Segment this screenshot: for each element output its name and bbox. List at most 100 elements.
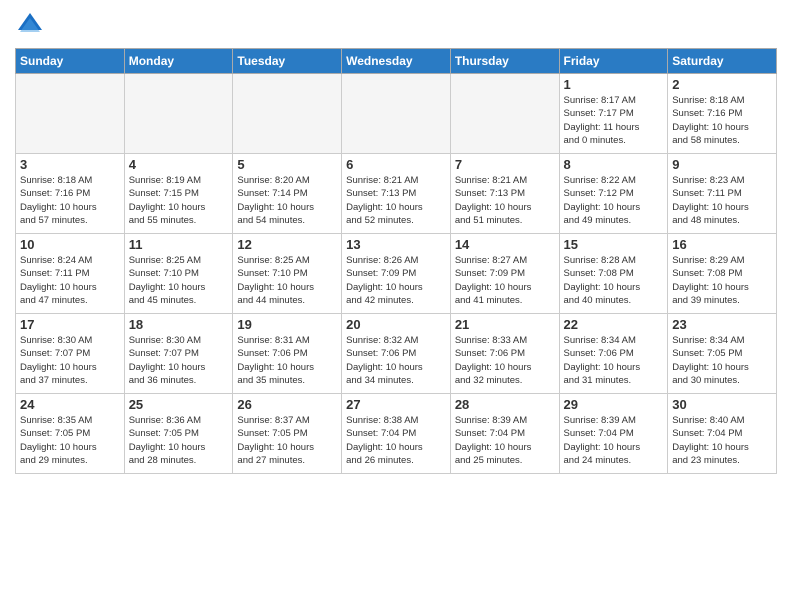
day-info: Sunrise: 8:19 AM Sunset: 7:15 PM Dayligh… bbox=[129, 174, 229, 227]
day-number: 8 bbox=[564, 157, 664, 172]
day-info: Sunrise: 8:20 AM Sunset: 7:14 PM Dayligh… bbox=[237, 174, 337, 227]
weekday-saturday: Saturday bbox=[668, 49, 777, 74]
day-number: 15 bbox=[564, 237, 664, 252]
weekday-wednesday: Wednesday bbox=[342, 49, 451, 74]
day-info: Sunrise: 8:35 AM Sunset: 7:05 PM Dayligh… bbox=[20, 414, 120, 467]
day-cell: 29 Sunrise: 8:39 AM Sunset: 7:04 PM Dayli… bbox=[559, 394, 668, 474]
day-number: 13 bbox=[346, 237, 446, 252]
day-cell: 2 Sunrise: 8:18 AM Sunset: 7:16 PM Daylig… bbox=[668, 74, 777, 154]
day-cell: 5 Sunrise: 8:20 AM Sunset: 7:14 PM Daylig… bbox=[233, 154, 342, 234]
day-info: Sunrise: 8:21 AM Sunset: 7:13 PM Dayligh… bbox=[346, 174, 446, 227]
day-cell: 4 Sunrise: 8:19 AM Sunset: 7:15 PM Daylig… bbox=[124, 154, 233, 234]
weekday-friday: Friday bbox=[559, 49, 668, 74]
day-cell: 26 Sunrise: 8:37 AM Sunset: 7:05 PM Dayli… bbox=[233, 394, 342, 474]
week-row-1: 3 Sunrise: 8:18 AM Sunset: 7:16 PM Daylig… bbox=[16, 154, 777, 234]
day-info: Sunrise: 8:25 AM Sunset: 7:10 PM Dayligh… bbox=[237, 254, 337, 307]
day-cell bbox=[124, 74, 233, 154]
day-info: Sunrise: 8:24 AM Sunset: 7:11 PM Dayligh… bbox=[20, 254, 120, 307]
day-number: 17 bbox=[20, 317, 120, 332]
day-number: 23 bbox=[672, 317, 772, 332]
day-cell bbox=[233, 74, 342, 154]
day-info: Sunrise: 8:27 AM Sunset: 7:09 PM Dayligh… bbox=[455, 254, 555, 307]
day-info: Sunrise: 8:22 AM Sunset: 7:12 PM Dayligh… bbox=[564, 174, 664, 227]
day-number: 9 bbox=[672, 157, 772, 172]
day-info: Sunrise: 8:21 AM Sunset: 7:13 PM Dayligh… bbox=[455, 174, 555, 227]
day-info: Sunrise: 8:39 AM Sunset: 7:04 PM Dayligh… bbox=[455, 414, 555, 467]
day-cell bbox=[16, 74, 125, 154]
day-cell: 30Sunrise: 8:40 AM Sunset: 7:04 PM Dayli… bbox=[668, 394, 777, 474]
day-number: 2 bbox=[672, 77, 772, 92]
day-cell: 9 Sunrise: 8:23 AM Sunset: 7:11 PM Daylig… bbox=[668, 154, 777, 234]
day-cell: 10 Sunrise: 8:24 AM Sunset: 7:11 PM Dayli… bbox=[16, 234, 125, 314]
day-cell: 1 Sunrise: 8:17 AM Sunset: 7:17 PM Daylig… bbox=[559, 74, 668, 154]
day-number: 26 bbox=[237, 397, 337, 412]
day-number: 25 bbox=[129, 397, 229, 412]
day-cell: 28 Sunrise: 8:39 AM Sunset: 7:04 PM Dayli… bbox=[450, 394, 559, 474]
day-info: Sunrise: 8:37 AM Sunset: 7:05 PM Dayligh… bbox=[237, 414, 337, 467]
day-info: Sunrise: 8:31 AM Sunset: 7:06 PM Dayligh… bbox=[237, 334, 337, 387]
day-number: 12 bbox=[237, 237, 337, 252]
weekday-monday: Monday bbox=[124, 49, 233, 74]
logo bbox=[15, 10, 48, 40]
day-number: 28 bbox=[455, 397, 555, 412]
day-info: Sunrise: 8:18 AM Sunset: 7:16 PM Dayligh… bbox=[672, 94, 772, 147]
day-info: Sunrise: 8:23 AM Sunset: 7:11 PM Dayligh… bbox=[672, 174, 772, 227]
day-info: Sunrise: 8:29 AM Sunset: 7:08 PM Dayligh… bbox=[672, 254, 772, 307]
day-cell: 15 Sunrise: 8:28 AM Sunset: 7:08 PM Dayli… bbox=[559, 234, 668, 314]
day-info: Sunrise: 8:36 AM Sunset: 7:05 PM Dayligh… bbox=[129, 414, 229, 467]
day-info: Sunrise: 8:18 AM Sunset: 7:16 PM Dayligh… bbox=[20, 174, 120, 227]
week-row-0: 1 Sunrise: 8:17 AM Sunset: 7:17 PM Daylig… bbox=[16, 74, 777, 154]
day-info: Sunrise: 8:26 AM Sunset: 7:09 PM Dayligh… bbox=[346, 254, 446, 307]
day-info: Sunrise: 8:30 AM Sunset: 7:07 PM Dayligh… bbox=[20, 334, 120, 387]
day-number: 5 bbox=[237, 157, 337, 172]
day-number: 6 bbox=[346, 157, 446, 172]
day-number: 21 bbox=[455, 317, 555, 332]
day-info: Sunrise: 8:17 AM Sunset: 7:17 PM Dayligh… bbox=[564, 94, 664, 147]
day-cell: 8 Sunrise: 8:22 AM Sunset: 7:12 PM Daylig… bbox=[559, 154, 668, 234]
day-cell: 27 Sunrise: 8:38 AM Sunset: 7:04 PM Dayli… bbox=[342, 394, 451, 474]
day-info: Sunrise: 8:39 AM Sunset: 7:04 PM Dayligh… bbox=[564, 414, 664, 467]
day-cell: 20 Sunrise: 8:32 AM Sunset: 7:06 PM Dayli… bbox=[342, 314, 451, 394]
day-cell: 13 Sunrise: 8:26 AM Sunset: 7:09 PM Dayli… bbox=[342, 234, 451, 314]
day-info: Sunrise: 8:28 AM Sunset: 7:08 PM Dayligh… bbox=[564, 254, 664, 307]
day-number: 19 bbox=[237, 317, 337, 332]
day-number: 10 bbox=[20, 237, 120, 252]
weekday-header-row: SundayMondayTuesdayWednesdayThursdayFrid… bbox=[16, 49, 777, 74]
day-cell: 16 Sunrise: 8:29 AM Sunset: 7:08 PM Dayli… bbox=[668, 234, 777, 314]
day-info: Sunrise: 8:30 AM Sunset: 7:07 PM Dayligh… bbox=[129, 334, 229, 387]
day-number: 3 bbox=[20, 157, 120, 172]
day-info: Sunrise: 8:40 AM Sunset: 7:04 PM Dayligh… bbox=[672, 414, 772, 467]
day-cell: 14 Sunrise: 8:27 AM Sunset: 7:09 PM Dayli… bbox=[450, 234, 559, 314]
day-cell: 22 Sunrise: 8:34 AM Sunset: 7:06 PM Dayli… bbox=[559, 314, 668, 394]
day-info: Sunrise: 8:25 AM Sunset: 7:10 PM Dayligh… bbox=[129, 254, 229, 307]
day-info: Sunrise: 8:34 AM Sunset: 7:06 PM Dayligh… bbox=[564, 334, 664, 387]
header bbox=[15, 10, 777, 40]
day-number: 11 bbox=[129, 237, 229, 252]
day-info: Sunrise: 8:38 AM Sunset: 7:04 PM Dayligh… bbox=[346, 414, 446, 467]
week-row-3: 17 Sunrise: 8:30 AM Sunset: 7:07 PM Dayli… bbox=[16, 314, 777, 394]
day-number: 29 bbox=[564, 397, 664, 412]
day-cell: 21Sunrise: 8:33 AM Sunset: 7:06 PM Dayli… bbox=[450, 314, 559, 394]
day-number: 14 bbox=[455, 237, 555, 252]
day-info: Sunrise: 8:32 AM Sunset: 7:06 PM Dayligh… bbox=[346, 334, 446, 387]
page: SundayMondayTuesdayWednesdayThursdayFrid… bbox=[0, 0, 792, 612]
day-number: 16 bbox=[672, 237, 772, 252]
logo-icon bbox=[15, 10, 45, 40]
day-number: 4 bbox=[129, 157, 229, 172]
day-number: 22 bbox=[564, 317, 664, 332]
day-cell: 12 Sunrise: 8:25 AM Sunset: 7:10 PM Dayli… bbox=[233, 234, 342, 314]
day-cell: 6 Sunrise: 8:21 AM Sunset: 7:13 PM Daylig… bbox=[342, 154, 451, 234]
day-cell: 23Sunrise: 8:34 AM Sunset: 7:05 PM Dayli… bbox=[668, 314, 777, 394]
weekday-sunday: Sunday bbox=[16, 49, 125, 74]
day-number: 1 bbox=[564, 77, 664, 92]
day-number: 20 bbox=[346, 317, 446, 332]
day-cell bbox=[342, 74, 451, 154]
day-cell: 11 Sunrise: 8:25 AM Sunset: 7:10 PM Dayli… bbox=[124, 234, 233, 314]
day-cell: 25 Sunrise: 8:36 AM Sunset: 7:05 PM Dayli… bbox=[124, 394, 233, 474]
day-number: 24 bbox=[20, 397, 120, 412]
weekday-tuesday: Tuesday bbox=[233, 49, 342, 74]
day-cell: 3 Sunrise: 8:18 AM Sunset: 7:16 PM Daylig… bbox=[16, 154, 125, 234]
day-cell: 18Sunrise: 8:30 AM Sunset: 7:07 PM Dayli… bbox=[124, 314, 233, 394]
day-cell bbox=[450, 74, 559, 154]
day-number: 27 bbox=[346, 397, 446, 412]
